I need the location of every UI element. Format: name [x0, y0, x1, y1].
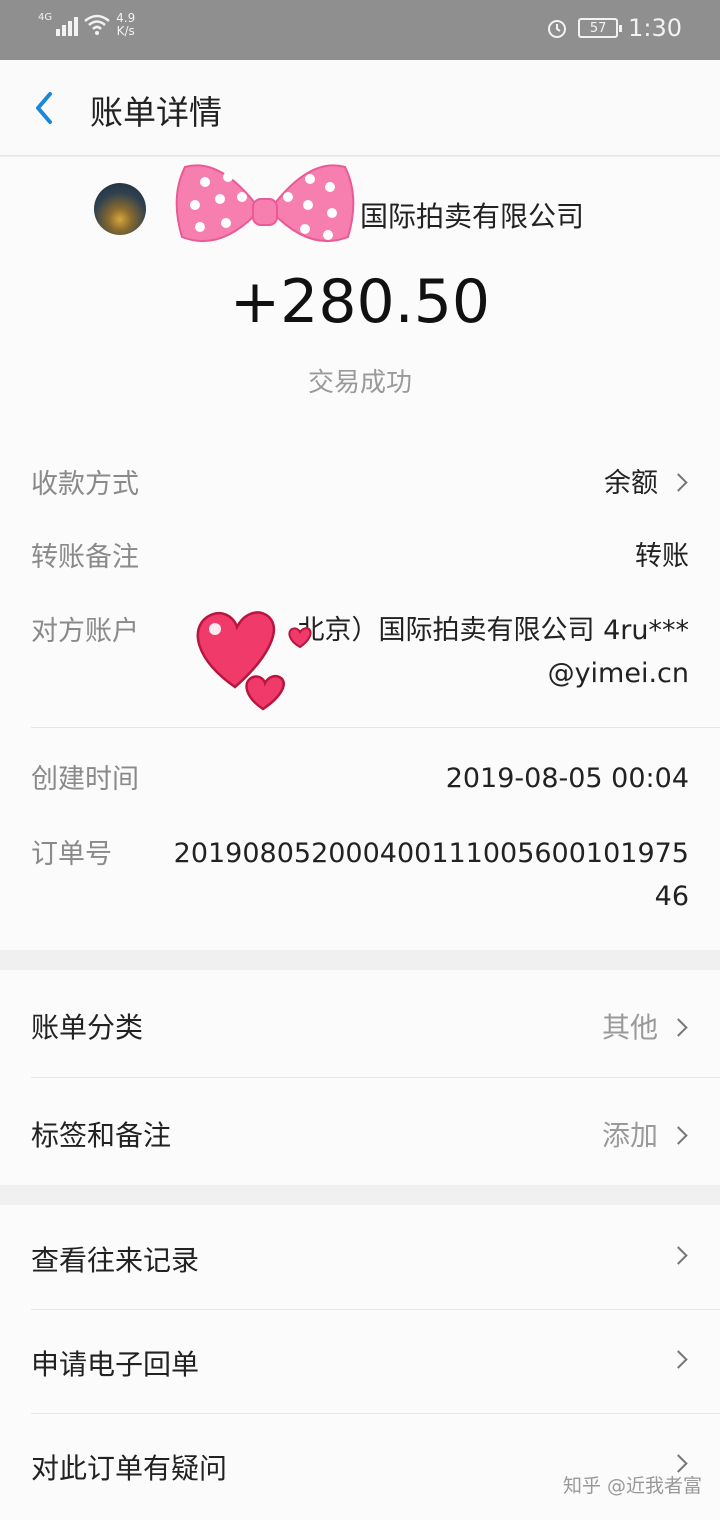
counterparty-line2: @yimei.cn [547, 658, 689, 689]
header: 账单详情 [0, 60, 720, 156]
detail-key: 转账备注 [31, 542, 139, 573]
network-type: 4G [38, 12, 53, 23]
battery-level: 57 [589, 20, 607, 36]
chevron-right-icon [669, 1017, 688, 1037]
chevron-right-icon [669, 473, 688, 492]
item-label: 标签和备注 [31, 1119, 172, 1152]
clock: 1:30 [628, 14, 682, 42]
chevron-right-icon [669, 1245, 688, 1265]
item-label: 对此订单有疑问 [31, 1452, 228, 1485]
detail-value: 转账 [635, 541, 689, 572]
item-label: 查看往来记录 [31, 1244, 200, 1277]
back-arrow-icon[interactable] [30, 88, 60, 128]
network-speed: 4.9 K/s [116, 12, 135, 38]
chevron-right-icon [669, 1349, 688, 1369]
avatar [94, 183, 146, 235]
item-label: 账单分类 [31, 1011, 144, 1044]
detail-value: 20190805200040011100560010197​5 46 [174, 832, 689, 918]
detail-value: 2019-08-05 00:04 [445, 763, 689, 794]
divider [31, 1413, 720, 1414]
order-number-line1: 20190805200040011100560010197​5 [173, 838, 689, 869]
wifi-icon [84, 14, 110, 35]
transaction-amount: +280.50 [229, 267, 491, 337]
bow-sticker [175, 164, 355, 243]
item-label: 申请电子回单 [31, 1348, 200, 1381]
tags-value: 添加 [601, 1119, 658, 1152]
bill-settings-card: 账单分类 其他 标签和备注 添加 [0, 970, 720, 1185]
counterparty-line1: 北京）国际拍卖有限公司 4ru*** [297, 615, 689, 646]
bill-detail-card: 国际拍卖有限公司 +280.50 交易成功 收款方式 余额 转账备注 转账 对方… [0, 157, 720, 950]
signal-icon [56, 14, 79, 36]
chevron-right-icon [669, 1453, 688, 1473]
transaction-status: 交易成功 [307, 368, 412, 398]
heart-sticker [196, 611, 312, 711]
payment-method-value: 余额 [604, 468, 658, 499]
detail-value: 余额 [604, 462, 689, 505]
item-value: 其他 [602, 1006, 689, 1046]
alarm-icon [548, 20, 567, 38]
order-number-line2: 46 [654, 881, 689, 912]
merchant-name: 国际拍卖有限公司 [360, 200, 585, 233]
watermark: 知乎 @近我者富 [562, 1475, 702, 1497]
detail-key: 订单号 [31, 839, 112, 870]
detail-value: 北京）国际拍卖有限公司 4ru*** @yimei.cn [298, 609, 689, 695]
divider [31, 1077, 720, 1078]
detail-key: 对方账户 [31, 616, 139, 647]
divider [31, 727, 720, 728]
speed-unit: K/s [116, 24, 135, 38]
chevron-right-icon [669, 1125, 688, 1145]
detail-key: 收款方式 [31, 469, 139, 500]
divider [31, 1309, 720, 1310]
category-value: 其他 [601, 1011, 658, 1044]
detail-key: 创建时间 [31, 764, 139, 795]
page-title: 账单详情 [90, 93, 222, 132]
battery-icon: 57 [578, 18, 623, 38]
item-value: 添加 [602, 1114, 689, 1154]
status-bar: 4G 4.9 K/s 57 1:30 [0, 0, 720, 60]
